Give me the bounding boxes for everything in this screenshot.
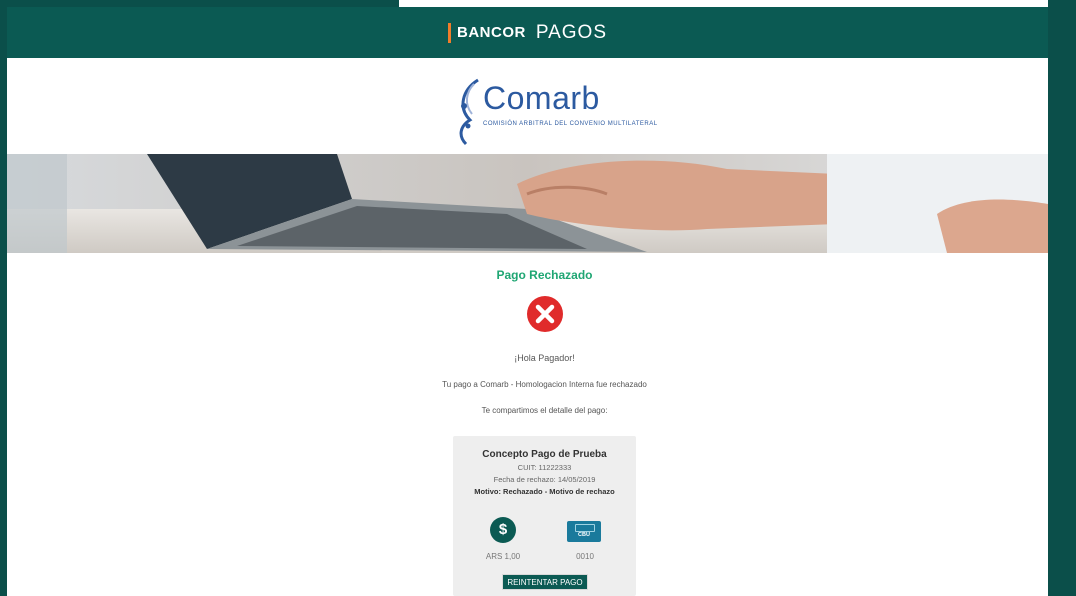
main-content: Pago Rechazado ¡Hola Pagador! Tu pago a … [7, 253, 1048, 596]
rejection-date: Fecha de rechazo: 14/05/2019 [493, 475, 596, 484]
rejection-message: Tu pago a Comarb - Homologacion Interna … [442, 380, 647, 389]
header-bar: BANCOR PAGOS [7, 7, 1048, 58]
status-title: Pago Rechazado [496, 268, 593, 282]
brand-bold-text: BANCOR [456, 24, 526, 41]
share-details-text: Te compartimos el detalle del pago: [481, 406, 608, 415]
card-chip-shape [575, 524, 595, 532]
payment-detail-card: Concepto Pago de Prueba CUIT: 11222333 F… [453, 436, 636, 596]
frame-right-border [1048, 0, 1076, 596]
brand-mark-icon [447, 22, 451, 43]
laptop-hands-illustration [7, 154, 1048, 253]
payment-concept: Concepto Pago de Prueba [482, 449, 607, 460]
retry-payment-button[interactable]: REINTENTAR PAGO [502, 574, 588, 590]
frame-top-border [0, 0, 399, 7]
payment-amount: ARS 1,00 [485, 552, 521, 561]
rejection-reason: Motivo: Rechazado - Motivo de rechazo [474, 487, 615, 496]
account-number: 0010 [576, 552, 594, 561]
greeting-text: ¡Hola Pagador! [514, 353, 575, 363]
frame-left-border [0, 0, 7, 596]
dollar-icon: $ [490, 517, 516, 543]
cuit-text: CUIT: 11222333 [517, 463, 572, 472]
cbu-card-icon: CBU [567, 521, 601, 542]
bancor-pagos-logo: BANCOR PAGOS [447, 21, 607, 44]
brand-light-text: PAGOS [535, 21, 607, 43]
close-circle-icon [527, 296, 563, 332]
merchant-subtitle: COMISIÓN ARBITRAL DEL CONVENIO MULTILATE… [483, 121, 658, 127]
hero-banner-image [7, 154, 1048, 253]
merchant-logo-area: Comarb COMISIÓN ARBITRAL DEL CONVENIO MU… [7, 58, 1048, 154]
cbu-label: CBU [578, 532, 590, 538]
merchant-name: Comarb [483, 80, 600, 116]
